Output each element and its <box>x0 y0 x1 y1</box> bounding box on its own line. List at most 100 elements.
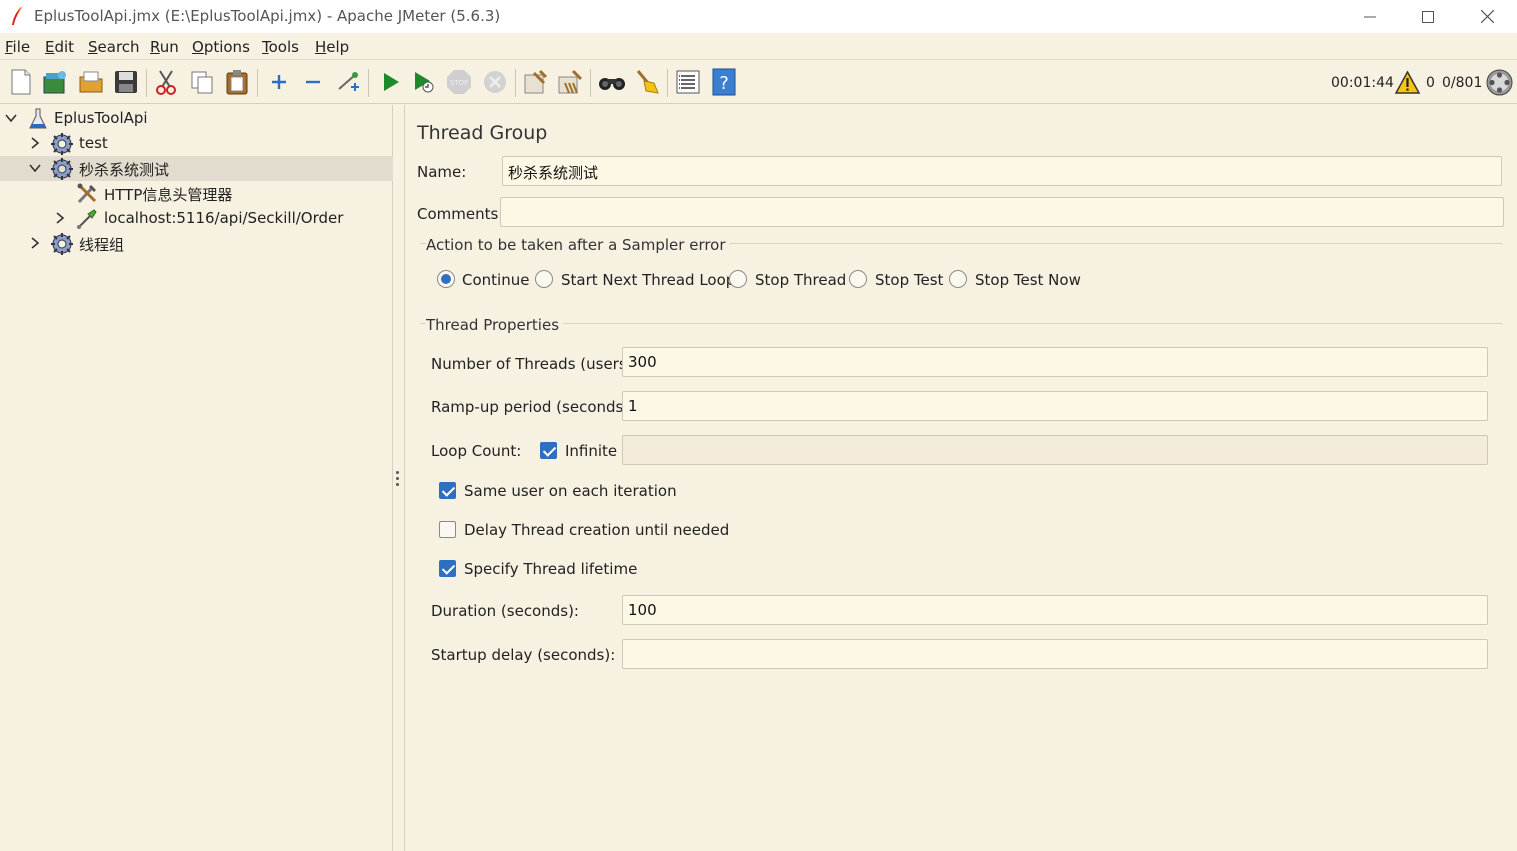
search-icon <box>599 78 625 90</box>
menu-search-mnemonic: S <box>88 38 98 56</box>
drag-handle-icon[interactable] <box>396 471 400 489</box>
duration-field[interactable]: 100 <box>622 595 1488 625</box>
rampup-field[interactable]: 1 <box>622 391 1488 421</box>
radio-button[interactable] <box>437 270 455 288</box>
toolbar: STOP ? 00:01:44 0 0/801 <box>0 61 1517 104</box>
split-pane-divider[interactable] <box>393 105 405 851</box>
delay-thread-checkbox[interactable] <box>439 521 456 538</box>
thread-group-icon <box>51 158 73 180</box>
toggle-button[interactable] <box>333 67 363 97</box>
search-button[interactable] <box>597 67 627 97</box>
tree-item-http-sampler[interactable]: localhost:5116/api/Seckill/Order <box>0 206 393 231</box>
reset-search-button[interactable] <box>632 67 662 97</box>
jmeter-feather-icon <box>12 7 22 25</box>
thread-group-panel: Thread Group Name: 秒杀系统测试 Comments: Acti… <box>406 105 1517 851</box>
startup-delay-field[interactable] <box>622 639 1488 669</box>
menu-help-label: elp <box>326 38 350 56</box>
radio-button[interactable] <box>849 270 867 288</box>
new-icon <box>11 69 31 95</box>
templates-button[interactable] <box>40 67 70 97</box>
start-no-pause-button[interactable] <box>409 67 439 97</box>
chevron-right-icon[interactable] <box>54 212 66 224</box>
tree-item-label: EplusToolApi <box>54 109 148 127</box>
templates-icon <box>43 71 66 94</box>
clear-button[interactable] <box>520 67 550 97</box>
menu-tools[interactable]: Tools <box>262 38 299 56</box>
radio-label: Stop Test Now <box>975 271 1081 289</box>
start-icon <box>384 73 399 91</box>
menu-help[interactable]: Help <box>315 38 349 56</box>
clear-all-button[interactable] <box>555 67 585 97</box>
sampler-error-group-title: Action to be taken after a Sampler error <box>426 236 730 254</box>
svg-text:STOP: STOP <box>450 79 468 87</box>
radio-button[interactable] <box>949 270 967 288</box>
tree-item-label: 秒杀系统测试 <box>79 161 170 179</box>
copy-button[interactable] <box>187 67 217 97</box>
active-threads: 0/801 <box>1442 75 1483 91</box>
cut-button[interactable] <box>151 67 181 97</box>
shutdown-icon <box>484 71 506 93</box>
menu-options[interactable]: Options <box>192 38 250 56</box>
help-button[interactable]: ? <box>709 67 739 97</box>
menu-file-mnemonic: F <box>5 38 13 56</box>
chevron-down-icon[interactable] <box>29 162 41 174</box>
svg-text:?: ? <box>719 73 729 94</box>
save-button[interactable] <box>111 67 141 97</box>
menu-file[interactable]: File <box>5 38 30 56</box>
menu-help-mnemonic: H <box>315 38 327 56</box>
menu-edit[interactable]: Edit <box>45 38 74 56</box>
menu-search[interactable]: Search <box>88 38 140 56</box>
tree-item-thread-group[interactable]: 线程组 <box>0 231 393 256</box>
maximize-button[interactable] <box>1399 0 1457 33</box>
same-user-checkbox[interactable] <box>439 482 456 499</box>
infinite-checkbox[interactable] <box>540 442 557 459</box>
start-button[interactable] <box>376 67 406 97</box>
menu-options-label: ptions <box>203 38 250 56</box>
radio-label: Stop Test <box>875 271 944 289</box>
tree-item-test-plan[interactable]: EplusToolApi <box>0 106 393 131</box>
comments-field[interactable] <box>500 197 1504 227</box>
radio-button[interactable] <box>729 270 747 288</box>
infinite-label: Infinite <box>565 442 618 460</box>
tree-item-http-header-manager[interactable]: HTTP信息头管理器 <box>0 181 393 206</box>
chevron-right-icon[interactable] <box>29 237 41 249</box>
collapse-all-button[interactable] <box>298 67 328 97</box>
window-title: EplusToolApi.jmx (E:\EplusToolApi.jmx) -… <box>34 7 501 25</box>
thread-lifetime-label: Specify Thread lifetime <box>464 560 638 578</box>
new-button[interactable] <box>6 67 36 97</box>
paste-button[interactable] <box>222 67 252 97</box>
close-button[interactable] <box>1458 0 1516 33</box>
minimize-button[interactable] <box>1341 0 1399 33</box>
comments-label: Comments: <box>417 205 504 223</box>
loop-count-label: Loop Count: <box>431 442 522 460</box>
rampup-label: Ramp-up period (seconds): <box>431 398 635 416</box>
function-helper-button[interactable] <box>673 67 703 97</box>
stop-icon: STOP <box>447 70 471 94</box>
reset-search-icon <box>636 70 659 94</box>
chevron-down-icon[interactable] <box>5 112 17 124</box>
open-button[interactable] <box>76 67 106 97</box>
radio-label: Stop Thread <box>755 271 847 289</box>
tree-item-label: HTTP信息头管理器 <box>104 186 233 204</box>
maximize-icon <box>1422 10 1434 23</box>
threads-field[interactable]: 300 <box>622 347 1488 377</box>
tree-item-seckill-test[interactable]: 秒杀系统测试 <box>0 156 393 181</box>
thread-properties-group-title: Thread Properties <box>426 316 564 334</box>
menu-options-mnemonic: O <box>192 38 204 56</box>
expand-all-button[interactable] <box>264 67 294 97</box>
name-field[interactable]: 秒杀系统测试 <box>502 156 1502 186</box>
open-icon <box>79 71 103 93</box>
same-user-label: Same user on each iteration <box>464 482 677 500</box>
expand-icon <box>272 75 286 89</box>
collapse-icon <box>306 80 320 84</box>
thread-lifetime-checkbox[interactable] <box>439 560 456 577</box>
chevron-right-icon[interactable] <box>29 137 41 149</box>
sampler-icon <box>77 209 97 229</box>
tree-item-test[interactable]: test <box>0 131 393 156</box>
shutdown-button <box>480 67 510 97</box>
cut-icon <box>156 70 176 95</box>
loop-count-field <box>622 435 1488 465</box>
radio-button[interactable] <box>535 270 553 288</box>
menu-run[interactable]: Run <box>150 38 179 56</box>
warning-icon[interactable] <box>1394 70 1421 95</box>
